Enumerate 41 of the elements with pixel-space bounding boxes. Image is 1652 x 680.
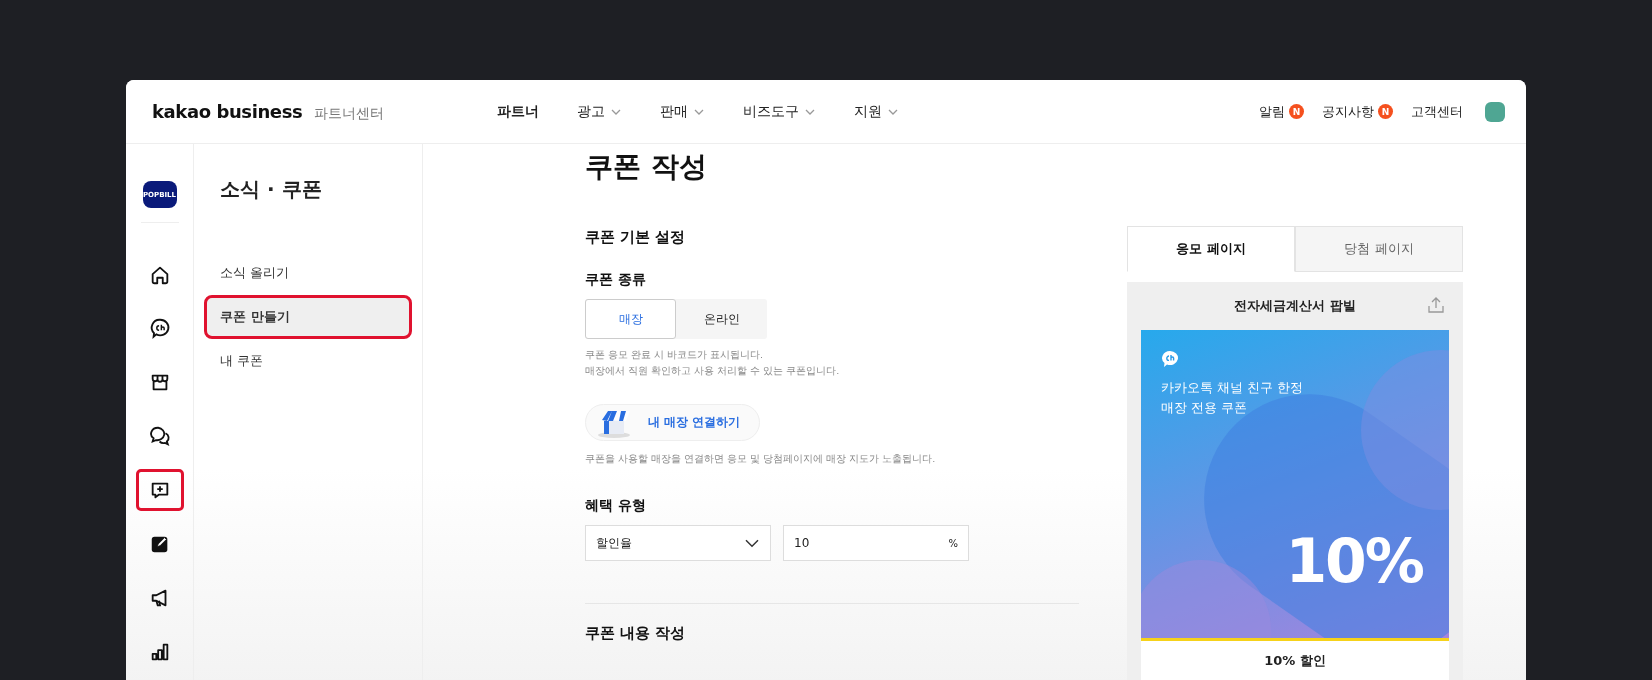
connect-store-button[interactable]: 내 매장 연결하기: [585, 404, 760, 441]
header-link[interactable]: 알림 N: [1259, 102, 1304, 121]
coupon-subtitle: 카카오톡 채널 친구 한정: [1161, 379, 1305, 397]
field-label: 쿠폰 종류: [585, 271, 647, 289]
header-link[interactable]: 고객센터: [1411, 102, 1463, 121]
segment-option[interactable]: 매장: [585, 299, 676, 339]
help-text: 쿠폰을 사용할 매장을 연결하면 응모 및 당첨페이지에 매장 지도가 노출됩니다.: [585, 452, 937, 466]
preview-tab[interactable]: 응모 페이지: [1127, 226, 1295, 272]
benefit-type-dropdown[interactable]: 할인율: [585, 525, 771, 561]
chat-icon: [148, 425, 171, 448]
section-heading: 쿠폰 기본 설정: [585, 228, 687, 247]
discount-value: 10%: [1285, 526, 1423, 596]
logo-subtitle: 파트너센터: [314, 104, 385, 123]
submenu-item[interactable]: 소식 올리기: [204, 251, 412, 295]
nav-menu-item[interactable]: 지원: [854, 102, 899, 121]
channel-name: 전자세금계산서 팝빌: [1234, 297, 1356, 315]
coupon-title: 10% 할인: [1263, 652, 1327, 670]
preview-tab[interactable]: 당첨 페이지: [1295, 226, 1463, 272]
help-text: 쿠폰 응모 완료 시 바코드가 표시됩니다.: [585, 348, 765, 362]
sidebar-nav-button[interactable]: [135, 468, 184, 512]
segment-option[interactable]: 온라인: [676, 299, 767, 339]
coupon-subtitle: 매장 전용 쿠폰: [1161, 399, 1249, 417]
new-badge: N: [1289, 104, 1304, 119]
section-title: 소식 · 쿠폰: [220, 176, 323, 203]
help-text: 매장에서 직원 확인하고 사용 처리할 수 있는 쿠폰입니다.: [585, 364, 841, 378]
page-title: 쿠폰 작성: [585, 149, 708, 185]
nav-menu-item[interactable]: 광고: [577, 102, 622, 121]
nav-menu-item[interactable]: 판매: [660, 102, 705, 121]
submenu-item[interactable]: 내 쿠폰: [204, 339, 412, 383]
submenu-item[interactable]: 쿠폰 만들기: [204, 295, 412, 339]
channel-icon: [1161, 350, 1179, 368]
discount-input[interactable]: 10 %: [783, 525, 969, 561]
avatar[interactable]: [1485, 101, 1505, 122]
channel-icon: [148, 317, 171, 340]
section-heading: 쿠폰 내용 작성: [585, 624, 687, 643]
header-link[interactable]: 공지사항 N: [1322, 102, 1393, 121]
nav-menu-item[interactable]: 비즈도구: [743, 102, 816, 121]
field-label: 혜택 유형: [585, 497, 647, 515]
nav-menu-item[interactable]: 파트너: [497, 102, 539, 121]
new-badge: N: [1378, 104, 1393, 119]
brand-logo[interactable]: kakao business: [152, 100, 303, 122]
